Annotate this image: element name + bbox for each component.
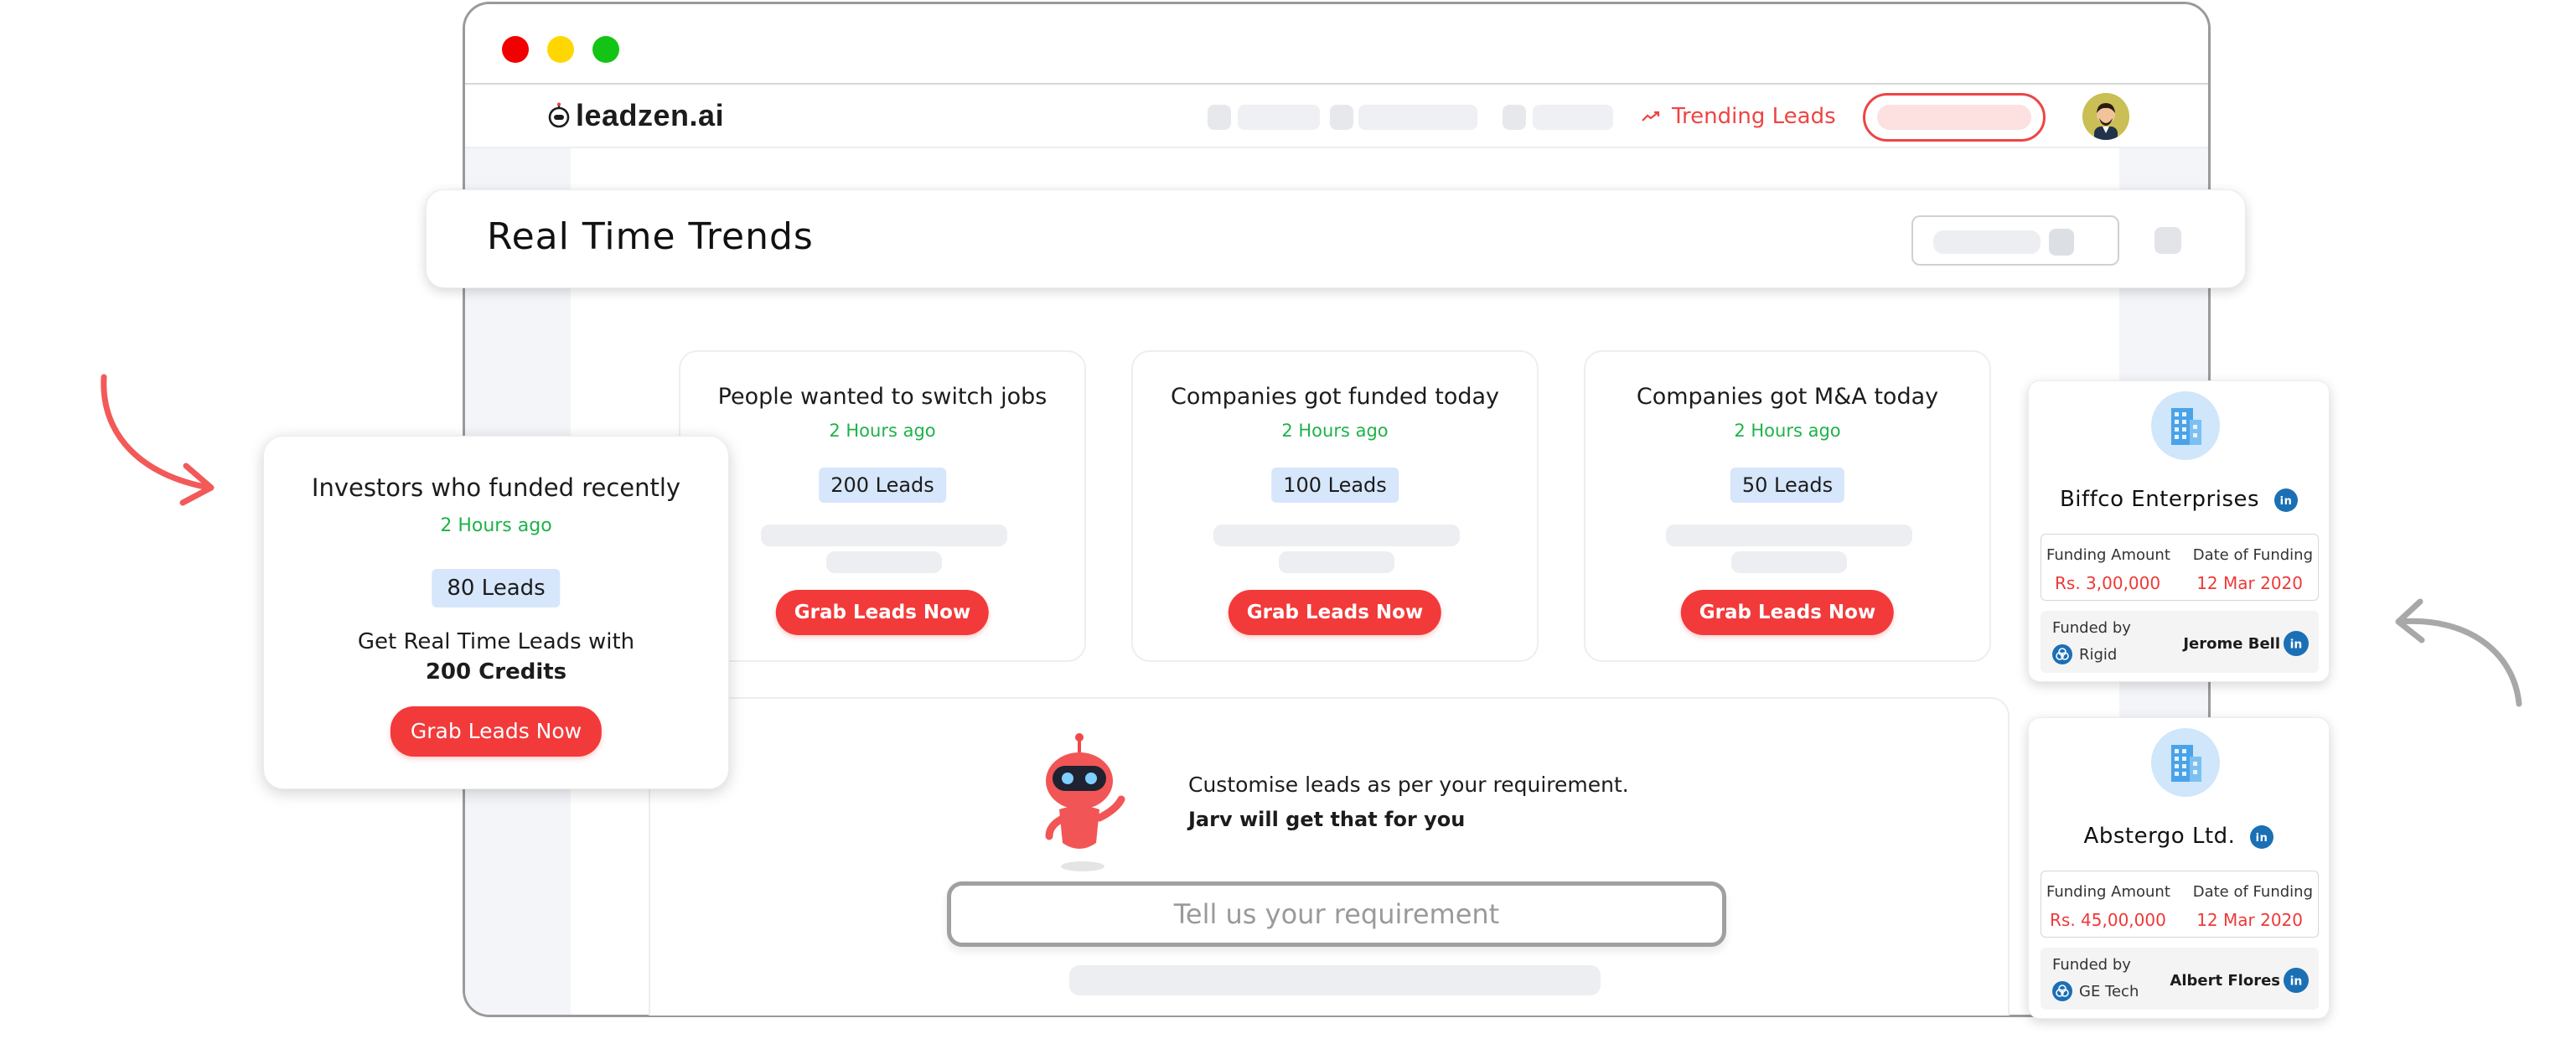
leads-count-badge: 200 Leads [819, 468, 946, 503]
svg-text:in: in [2290, 974, 2303, 988]
grab-leads-button[interactable]: Grab Leads Now [1228, 590, 1442, 635]
logo-text: leadzen.ai [576, 98, 725, 132]
trend-card-job-switch: People wanted to switch jobs 2 Hours ago… [679, 350, 1086, 662]
investor-card-text: Get Real Time Leads with [357, 629, 635, 654]
funded-by-org: Rigid [2052, 644, 2117, 664]
leads-count-badge: 80 Leads [432, 569, 561, 607]
curved-arrow-right-icon [2395, 598, 2522, 707]
org-name: GE Tech [2079, 982, 2139, 1000]
trend-card-time: 2 Hours ago [1281, 421, 1389, 441]
linkedin-icon[interactable]: in [2274, 488, 2299, 512]
funded-by-label: Funded by [2052, 619, 2131, 637]
building-icon [2151, 391, 2220, 460]
org-logo-icon [2052, 644, 2072, 664]
svg-text:in: in [2256, 832, 2268, 845]
company-name-text: Abstergo Ltd. [2083, 824, 2236, 849]
funding-date-label: Date of Funding [2192, 546, 2313, 564]
funding-amount-label: Funding Amount [2046, 883, 2170, 901]
header-action-icon[interactable] [2154, 227, 2181, 254]
jarv-tagline: Jarv will get that for you [1188, 808, 1466, 831]
leadzen-logo[interactable]: leadzen.ai [546, 96, 724, 135]
jarv-assistant-panel: Customise leads as per your requirement.… [649, 697, 2010, 1016]
grab-leads-button[interactable]: Grab Leads Now [390, 706, 603, 757]
building-icon [2151, 728, 2220, 797]
org-logo-icon [2052, 981, 2072, 1001]
trend-card-title: Companies got funded today [1170, 384, 1500, 410]
jarv-robot-icon [1045, 733, 1125, 871]
company-name: Abstergo Ltd. in [2029, 824, 2329, 849]
linkedin-icon[interactable]: in [2284, 631, 2309, 656]
top-navbar: leadzen.ai Trending Leads [465, 85, 2208, 148]
nav-item-placeholder-2-label [1358, 105, 1477, 130]
funded-by-label: Funded by [2052, 956, 2131, 974]
trending-leads-label: Trending Leads [1672, 104, 1836, 129]
requirement-input[interactable] [947, 881, 1726, 947]
nav-item-placeholder-3-label [1533, 105, 1613, 130]
investor-card-time: 2 Hours ago [440, 515, 552, 536]
nav-item-placeholder-1-label [1238, 105, 1320, 130]
linkedin-icon[interactable]: in [2284, 968, 2309, 993]
page-header-card: Real Time Trends [426, 189, 2246, 288]
leads-count-badge: 50 Leads [1730, 468, 1845, 503]
nav-item-placeholder-1[interactable] [1208, 105, 1231, 130]
nav-item-placeholder-2[interactable] [1330, 105, 1353, 130]
window-titlebar [465, 4, 2208, 85]
company-card-biffco[interactable]: Biffco Enterprises in Funding Amount Rs. … [2028, 380, 2330, 682]
company-name-text: Biffco Enterprises [2059, 487, 2260, 512]
funding-details: Funding Amount Rs. 3,00,000 Date of Fund… [2041, 534, 2319, 601]
page-title: Real Time Trends [487, 215, 814, 258]
trend-card-funded: Companies got funded today 2 Hours ago 1… [1131, 350, 1539, 662]
leads-count-badge: 100 Leads [1271, 468, 1399, 503]
funder-person: Albert Flores in [2170, 968, 2309, 993]
investor-card: Investors who funded recently 2 Hours ag… [263, 436, 729, 789]
window-maximize-button[interactable] [592, 36, 619, 63]
person-name: Jerome Bell [2183, 634, 2280, 653]
trend-card-title: People wanted to switch jobs [717, 384, 1047, 410]
user-avatar[interactable] [2082, 93, 2129, 140]
linkedin-icon[interactable]: in [2250, 824, 2274, 849]
user-avatar-icon [2082, 93, 2129, 140]
funding-date-value: 12 Mar 2020 [2196, 573, 2303, 593]
svg-text:in: in [2280, 495, 2293, 508]
svg-text:in: in [2290, 638, 2303, 651]
trend-card-title: Companies got M&A today [1636, 384, 1939, 410]
trending-leads-link[interactable]: Trending Leads [1642, 100, 1836, 133]
grab-leads-button[interactable]: Grab Leads Now [1680, 590, 1895, 635]
header-filter-dropdown[interactable] [1911, 215, 2119, 266]
trending-up-icon [1642, 111, 1660, 121]
window-close-button[interactable] [502, 36, 529, 63]
investor-card-credits: 200 Credits [425, 659, 567, 685]
funding-details: Funding Amount Rs. 45,00,000 Date of Fun… [2041, 871, 2319, 938]
jarv-description: Customise leads as per your requirement. [1188, 773, 1629, 797]
investor-card-title: Investors who funded recently [311, 473, 681, 502]
person-name: Albert Flores [2170, 971, 2280, 990]
company-name: Biffco Enterprises in [2029, 487, 2329, 512]
nav-item-placeholder-3[interactable] [1503, 105, 1526, 130]
funding-amount-value: Rs. 45,00,000 [2050, 910, 2166, 930]
company-card-abstergo[interactable]: Abstergo Ltd. in Funding Amount Rs. 45,00… [2028, 717, 2330, 1019]
trend-card-time: 2 Hours ago [1734, 421, 1841, 441]
funding-amount-label: Funding Amount [2046, 546, 2170, 564]
funding-date-label: Date of Funding [2192, 883, 2313, 901]
trend-card-time: 2 Hours ago [829, 421, 936, 441]
funder-person: Jerome Bell in [2183, 631, 2309, 656]
funded-by-section: Funded by GE Tech Albert Flores in [2041, 948, 2319, 1010]
curved-arrow-left-icon [101, 374, 215, 506]
nav-cta-button[interactable] [1863, 93, 2046, 142]
trend-card-ma: Companies got M&A today 2 Hours ago 50 L… [1584, 350, 1991, 662]
funded-by-section: Funded by Rigid Jerome Bell in [2041, 611, 2319, 673]
window-minimize-button[interactable] [547, 36, 574, 63]
funding-amount-value: Rs. 3,00,000 [2055, 573, 2161, 593]
funded-by-org: GE Tech [2052, 981, 2139, 1001]
leadzen-logo-icon [548, 102, 570, 128]
grab-leads-button[interactable]: Grab Leads Now [775, 590, 990, 635]
org-name: Rigid [2079, 645, 2118, 664]
funding-date-value: 12 Mar 2020 [2196, 910, 2303, 930]
